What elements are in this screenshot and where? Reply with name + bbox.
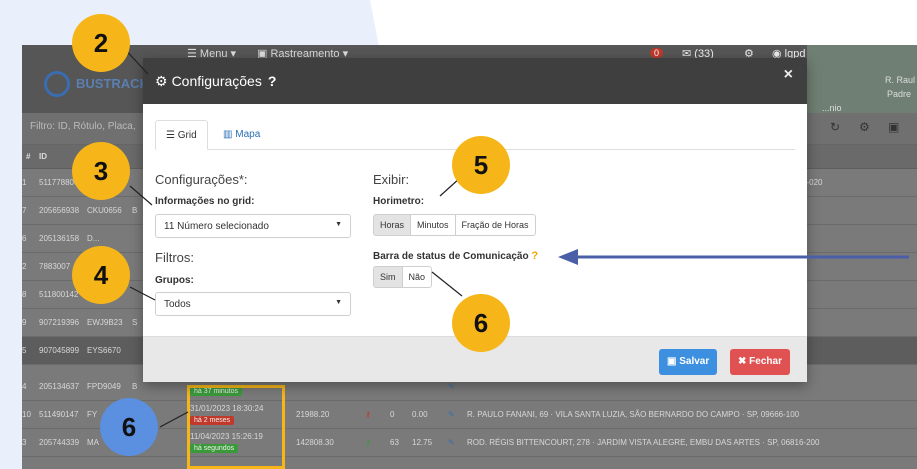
logo-icon (44, 71, 70, 97)
chevron-down-icon: ▼ (335, 299, 342, 306)
list-icon: ☰ (166, 130, 175, 141)
refresh-icon[interactable]: ↻ (830, 120, 840, 134)
grid-info-label: Informações no grid: (155, 196, 255, 207)
config-section-title: Configurações*: (155, 172, 248, 187)
callout-badge: 6 (100, 398, 158, 456)
close-icon: ✖ (738, 356, 747, 367)
groups-label: Grupos: (155, 275, 194, 286)
column-header: ID (39, 152, 47, 161)
close-icon[interactable]: × (784, 66, 793, 84)
status-column-highlight (187, 385, 285, 469)
status-bar-label: Barra de status de Comunicação ? (373, 250, 539, 262)
edit-icon[interactable]: ✎ (448, 438, 455, 447)
map-icon: ▥ (223, 129, 233, 140)
callout-badge: 4 (72, 246, 130, 304)
save-button[interactable]: ▣ Salvar (659, 349, 718, 375)
tab-mapa[interactable]: ▥ Mapa (213, 120, 270, 150)
chevron-down-icon: ▼ (335, 221, 342, 228)
save-icon: ▣ (667, 356, 677, 367)
status-bar-option-yes[interactable]: Sim (373, 266, 403, 288)
groups-select[interactable]: Todos ▼ (155, 292, 351, 316)
filters-section-title: Filtros: (155, 250, 194, 265)
callout-badge: 2 (72, 14, 130, 72)
edit-icon[interactable]: ✎ (448, 382, 455, 391)
grid-info-select[interactable]: 11 Número selecionado ▼ (155, 214, 351, 238)
app-logo-text: BUSTRACK (76, 76, 149, 91)
callout-badge: 6 (452, 294, 510, 352)
hourmeter-option-minutes[interactable]: Minutos (410, 214, 456, 236)
key-icon: ⚷ (365, 438, 371, 447)
help-icon[interactable]: ? (268, 73, 277, 89)
hourmeter-option-fraction[interactable]: Fração de Horas (454, 214, 536, 236)
hourmeter-label: Horimetro: (373, 196, 425, 207)
help-icon[interactable]: ? (531, 250, 538, 262)
key-icon: ⚷ (365, 410, 371, 419)
gear-icon: ⚙ (155, 73, 168, 89)
map-preview: R. Raul Padre ...nio (807, 45, 917, 113)
edit-icon[interactable]: ✎ (448, 410, 455, 419)
callout-badge: 5 (452, 136, 510, 194)
status-bar-toggle: Sim Não (373, 266, 433, 288)
filter-input[interactable]: Filtro: ID, Rótulo, Placa, (30, 121, 140, 139)
status-bar-option-no[interactable]: Não (401, 266, 433, 288)
hourmeter-option-hours[interactable]: Horas (373, 214, 412, 236)
display-section-title: Exibir: (373, 172, 410, 187)
close-button[interactable]: ✖ Fechar (730, 349, 790, 375)
column-header: # (26, 152, 31, 161)
modal-title: ⚙ Configurações? (155, 73, 277, 89)
map-label: Padre (887, 89, 912, 99)
hourmeter-toggle: Horas Minutos Fração de Horas (373, 214, 536, 236)
save-icon[interactable]: ▣ (888, 120, 899, 134)
tab-grid[interactable]: ☰ Grid (155, 120, 208, 150)
modal-header: ⚙ Configurações? × (143, 58, 807, 104)
settings-icon[interactable]: ⚙ (859, 120, 870, 134)
map-label: ...nio (822, 103, 842, 113)
callout-badge: 3 (72, 142, 130, 200)
map-label: R. Raul (885, 75, 916, 85)
